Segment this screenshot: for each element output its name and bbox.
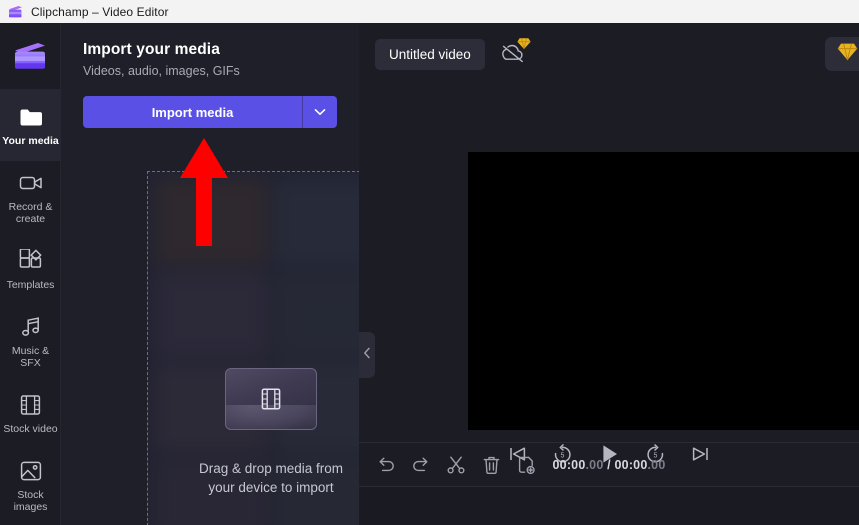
media-panel: Import your media Videos, audio, images,…	[61, 23, 395, 525]
film-strip-icon	[261, 388, 281, 410]
clipchamp-window: Clipchamp – Video Editor Your media Reco…	[0, 0, 859, 525]
chevron-left-icon	[363, 346, 371, 364]
sidebar-item-templates[interactable]: Templates	[0, 233, 61, 305]
undo-icon[interactable]	[373, 452, 399, 478]
video-camera-icon	[18, 170, 44, 196]
ghost-tile	[155, 179, 267, 264]
dropzone-text-line1: Drag & drop media from	[198, 461, 344, 476]
timeline-tool-group	[359, 452, 539, 478]
editor-area: Untitled video 5 5 00:00.00 / 00:00.00	[359, 23, 859, 525]
clipchamp-logo-icon	[8, 4, 23, 19]
clipchamp-clapperboard-icon	[13, 41, 47, 71]
dropzone-text-line2: your device to import	[208, 480, 334, 495]
total-time-main: 00:00	[614, 457, 648, 472]
timeline-tracks[interactable]	[359, 486, 859, 525]
import-media-group: Import media	[83, 96, 337, 128]
sidebar-item-your-media[interactable]: Your media	[0, 89, 61, 161]
page-title: Import your media	[83, 41, 220, 58]
sidebar-item-record-and-create[interactable]: Record & create	[0, 161, 61, 233]
sidebar-item-text[interactable]	[0, 521, 61, 525]
redo-icon[interactable]	[408, 452, 434, 478]
window-title: Clipchamp – Video Editor	[31, 4, 169, 19]
left-sidebar: Your media Record & create Templates Mus…	[0, 23, 61, 525]
sidebar-item-label: Music & SFX	[11, 344, 50, 369]
scissors-icon[interactable]	[443, 452, 469, 478]
preview-stage: 5 5	[359, 85, 859, 463]
dropzone-thumbnail	[225, 368, 317, 430]
sidebar-item-stock-images[interactable]: Stock images	[0, 449, 61, 521]
sidebar-item-label: Stock images	[13, 488, 48, 513]
sidebar-item-label: Your media	[2, 134, 59, 147]
current-time-main: 00:00	[552, 457, 586, 472]
panel-subtitle: Videos, audio, images, GIFs	[83, 64, 240, 78]
dropzone-text: Drag & drop media from your device to im…	[161, 459, 381, 497]
film-strip-icon	[18, 392, 44, 418]
duplicate-icon[interactable]	[513, 452, 539, 478]
templates-icon	[18, 248, 44, 274]
total-time-frac: .00	[647, 457, 666, 472]
title-bar: Clipchamp – Video Editor	[0, 0, 859, 23]
sidebar-item-label: Stock video	[3, 422, 58, 435]
editor-top-bar: Untitled video	[359, 23, 859, 85]
import-media-button[interactable]: Import media	[83, 96, 303, 128]
chevron-down-icon[interactable]	[303, 96, 337, 128]
premium-button[interactable]	[825, 37, 859, 71]
dropzone-content: Drag & drop media from your device to im…	[148, 368, 394, 497]
ghost-tile	[155, 272, 267, 357]
media-dropzone[interactable]: Drag & drop media from your device to im…	[147, 171, 395, 525]
app-logo	[0, 23, 60, 89]
video-preview-canvas[interactable]	[468, 152, 859, 430]
music-note-icon	[18, 314, 44, 340]
gem-diamond-icon	[517, 37, 531, 55]
image-icon	[18, 458, 44, 484]
current-time-frac: .00	[585, 457, 604, 472]
cloud-status-button[interactable]	[499, 38, 531, 67]
video-title-input[interactable]: Untitled video	[375, 38, 485, 70]
sidebar-item-label: Record & create	[8, 200, 53, 225]
sidebar-item-stock-video[interactable]: Stock video	[0, 377, 61, 449]
panel-header: Import your media Videos, audio, images,…	[61, 23, 359, 78]
gem-diamond-icon	[837, 42, 858, 66]
trash-icon[interactable]	[478, 452, 504, 478]
sidebar-item-music-and-sfx[interactable]: Music & SFX	[0, 305, 61, 377]
panel-collapse-handle[interactable]	[359, 332, 375, 378]
timecode-separator: /	[603, 457, 615, 472]
timeline-toolbar: 00:00.00 / 00:00.00	[359, 442, 859, 486]
folder-icon	[18, 104, 44, 130]
sidebar-item-label: Templates	[6, 278, 55, 291]
